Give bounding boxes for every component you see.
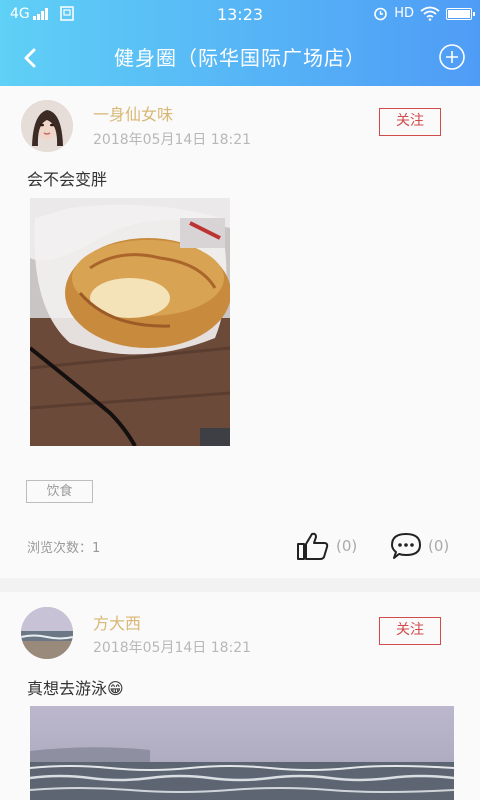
like-count: (0)	[336, 537, 358, 555]
post-card: 方大西 2018年05月14日 18:21 关注 真想去游泳😁	[0, 592, 480, 800]
app-header: 4G 13:23 HD 健身圈（际华国际广场店）	[0, 0, 480, 86]
post-tag[interactable]: 饮食	[26, 480, 93, 503]
battery-icon	[446, 7, 475, 20]
bread-photo-icon	[30, 198, 230, 446]
sea-photo-icon	[30, 706, 454, 800]
avatar[interactable]	[21, 607, 73, 659]
comment-button[interactable]: (0)	[390, 531, 449, 561]
nav-bar: 健身圈（际华国际广场店）	[0, 30, 480, 86]
post-text-content: 真想去游泳	[27, 679, 108, 698]
grin-emoji-icon: 😁	[107, 679, 124, 698]
back-button[interactable]	[14, 42, 46, 74]
post-image[interactable]	[30, 198, 230, 446]
thumbs-up-icon	[297, 532, 329, 560]
wifi-icon	[420, 6, 440, 21]
post-text: 会不会变胖	[27, 170, 108, 189]
username[interactable]: 方大西	[93, 610, 141, 634]
status-bar: 4G 13:23 HD	[0, 0, 480, 30]
like-button[interactable]: (0)	[296, 531, 357, 561]
follow-button[interactable]: 关注	[379, 108, 441, 136]
hd-label: HD	[394, 6, 414, 21]
alarm-icon	[374, 7, 388, 21]
comment-icon	[391, 533, 421, 559]
post-timestamp: 2018年05月14日 18:21	[93, 132, 252, 148]
follow-button[interactable]: 关注	[379, 617, 441, 645]
post-timestamp: 2018年05月14日 18:21	[93, 640, 252, 656]
add-post-button[interactable]	[438, 43, 466, 71]
username[interactable]: 一身仙女味	[93, 101, 173, 125]
view-count: 浏览次数：1	[27, 541, 101, 556]
post-card: 一身仙女味 2018年05月14日 18:21 关注 会不会变胖 饮食 浏览次数…	[0, 86, 480, 578]
status-right: HD	[373, 6, 475, 21]
page-title: 健身圈（际华国际广场店）	[114, 46, 366, 70]
post-text: 真想去游泳😁	[27, 675, 124, 699]
post-image[interactable]	[30, 706, 454, 800]
avatar[interactable]	[21, 100, 73, 152]
comment-count: (0)	[428, 537, 450, 555]
